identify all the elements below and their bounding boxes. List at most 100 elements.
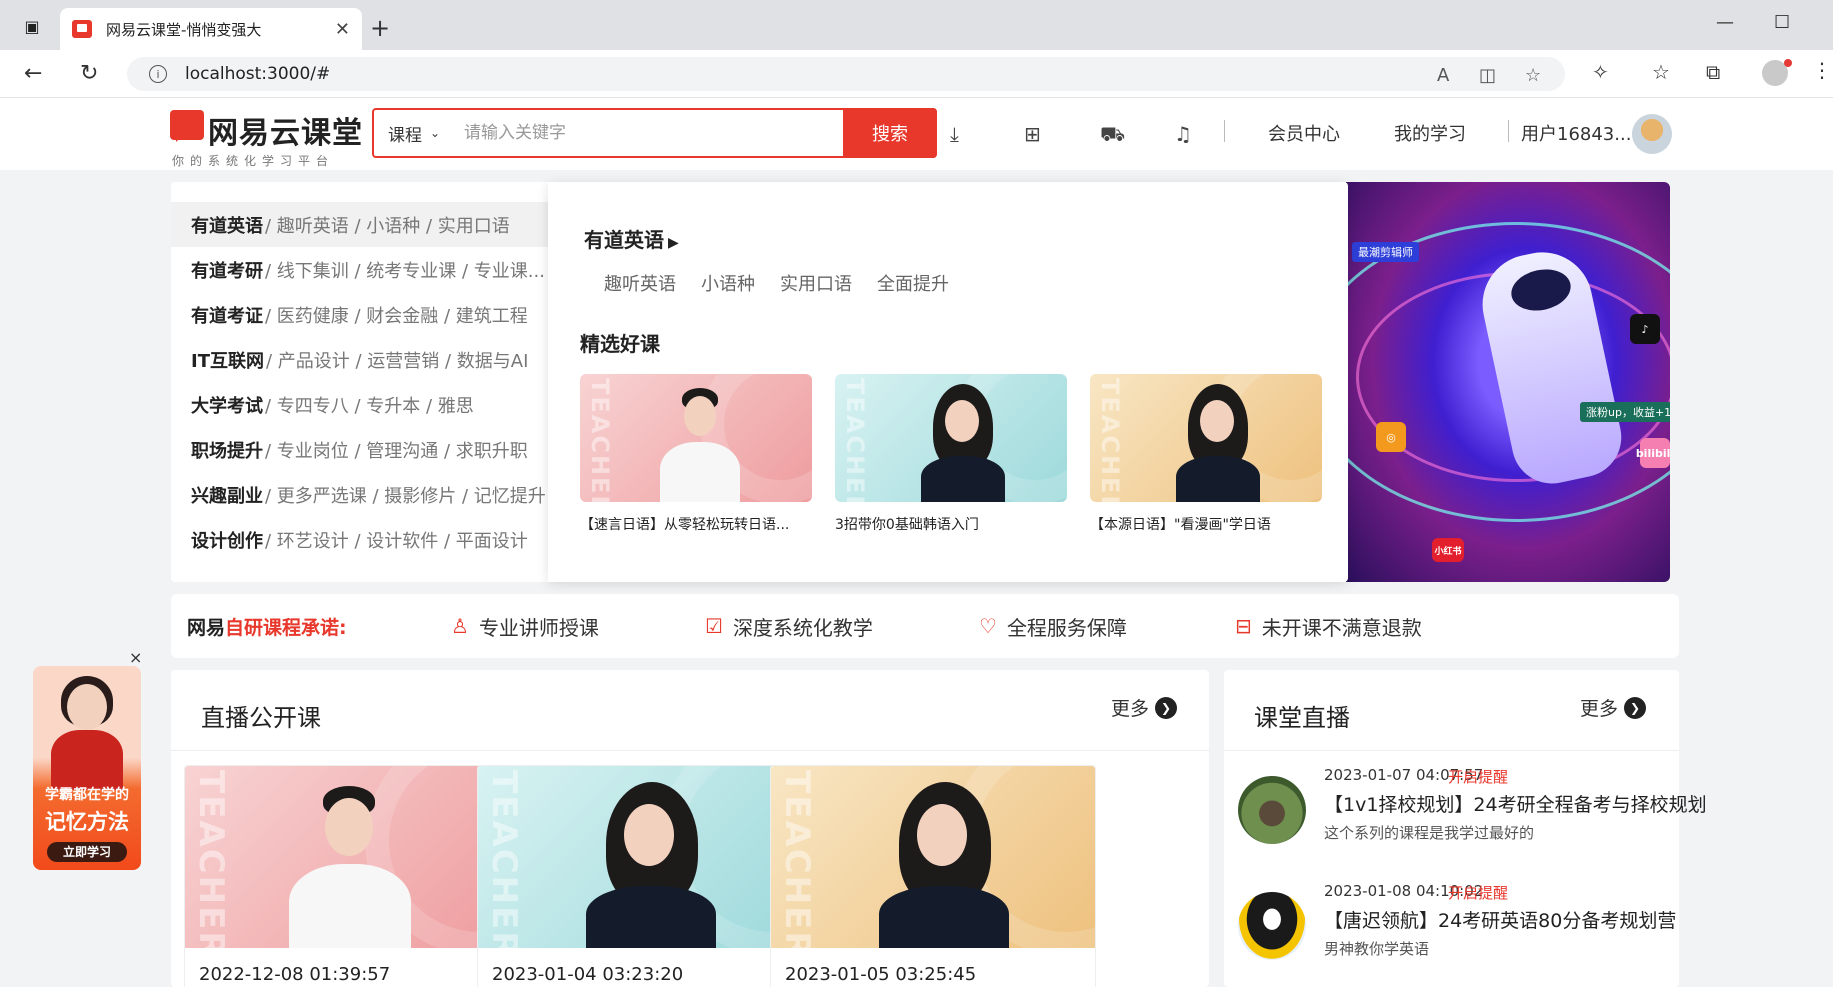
banner-chip: 最潮剪辑师 bbox=[1352, 242, 1419, 262]
live-card[interactable]: TEACHER 2023-01-05 03:25:45 bbox=[770, 765, 1096, 987]
course-thumbnail: TEACHER bbox=[580, 374, 812, 502]
search-category-select[interactable]: 课程 ⌄ bbox=[374, 121, 454, 146]
teacher-body bbox=[660, 442, 740, 502]
thumb-watermark: TEACHER bbox=[191, 770, 231, 948]
search-button[interactable]: 搜索 bbox=[843, 108, 937, 158]
tab-close-icon[interactable]: ✕ bbox=[335, 19, 350, 40]
category-item[interactable]: 职场提升 / 专业岗位 / 管理沟通 / 求职升职 bbox=[171, 427, 549, 472]
category-main-label: 大学考试 bbox=[191, 395, 263, 417]
gift-icon[interactable]: ⊞ bbox=[1024, 122, 1041, 146]
course-thumbnail: TEACHER bbox=[1090, 374, 1322, 502]
ad-learn-button[interactable]: 立即学习 bbox=[47, 842, 127, 862]
vip-center-link[interactable]: 会员中心 bbox=[1268, 120, 1340, 146]
collections-icon[interactable]: ⧉ bbox=[1706, 60, 1720, 84]
remind-button[interactable]: 开启提醒 bbox=[1448, 882, 1508, 903]
browser-tab-bar: ▣ 网易云课堂-悄悄变强大 ✕ + — ☐ bbox=[0, 0, 1833, 50]
extensions-icon[interactable]: ✧ bbox=[1592, 60, 1609, 84]
ad-person-face bbox=[67, 684, 107, 730]
dropdown-title[interactable]: 有道英语 ▶ bbox=[584, 224, 679, 253]
promo-banner[interactable]: 最潮剪辑师 涨粉up，收益+10W ♪ ◎ bilibili 小红书 bbox=[1346, 182, 1670, 582]
live-time: 2023-01-04 03:23:20 bbox=[492, 964, 684, 985]
heart-icon: ♡ bbox=[979, 614, 997, 638]
section-divider bbox=[1224, 750, 1679, 751]
site-info-icon[interactable]: i bbox=[149, 65, 167, 83]
favorite-add-icon[interactable]: ☆ bbox=[1525, 65, 1541, 86]
ad-line2: 记忆方法 bbox=[45, 810, 129, 834]
teacher-face bbox=[945, 400, 979, 442]
live-card[interactable]: TEACHER 2022-12-08 01:39:57 bbox=[184, 765, 510, 987]
tab-title: 网易云课堂-悄悄变强大 bbox=[106, 20, 262, 39]
more-link[interactable]: 更多 ❯ bbox=[1580, 694, 1647, 721]
more-link[interactable]: 更多 ❯ bbox=[1111, 694, 1178, 721]
subcategory-link[interactable]: 实用口语 bbox=[780, 270, 852, 296]
commitment-label: 专业讲师授课 bbox=[478, 615, 599, 640]
course-card[interactable]: TEACHER 【本源日语】"看漫画"学日语 bbox=[1090, 374, 1322, 534]
lecturer-avatar bbox=[1238, 776, 1306, 844]
category-main-label: 兴趣副业 bbox=[191, 485, 263, 507]
logo-title: 网易云课堂 bbox=[208, 116, 363, 151]
subcategory-link[interactable]: 全面提升 bbox=[877, 270, 949, 296]
notification-dot bbox=[1784, 59, 1792, 67]
new-tab-icon[interactable]: + bbox=[370, 14, 390, 42]
live-card[interactable]: TEACHER 2023-01-04 03:23:20 bbox=[477, 765, 803, 987]
url-field[interactable]: i localhost:3000/# A ◫ ☆ bbox=[127, 57, 1565, 91]
cart-icon[interactable]: ⛟ bbox=[1100, 122, 1125, 149]
subcategory-link[interactable]: 小语种 bbox=[701, 270, 755, 296]
header-divider bbox=[1224, 120, 1225, 142]
live-schedule-item[interactable]: 2023-01-08 04:10:02 开启提醒 【唐迟领航】24考研英语80分… bbox=[1238, 882, 1676, 982]
teacher-face bbox=[325, 798, 373, 856]
teacher-body bbox=[921, 456, 1005, 502]
split-screen-icon[interactable]: ◫ bbox=[1479, 65, 1496, 86]
course-card[interactable]: TEACHER 3招带你0基础韩语入门 bbox=[835, 374, 1067, 534]
download-icon[interactable]: ⤓ bbox=[950, 122, 959, 146]
refresh-icon[interactable]: ↻ bbox=[80, 61, 98, 86]
subcategory-link[interactable]: 趣听英语 bbox=[604, 270, 676, 296]
thumb-watermark: TEACHER bbox=[841, 378, 869, 502]
thumb-watermark: TEACHER bbox=[586, 378, 614, 502]
minimize-icon[interactable]: — bbox=[1716, 12, 1734, 33]
floating-ad[interactable]: 学霸都在学的 记忆方法 立即学习 bbox=[33, 666, 141, 870]
float-ad-close-icon[interactable]: × bbox=[129, 648, 142, 667]
live-time: 2023-01-05 03:25:45 bbox=[785, 964, 977, 985]
category-item[interactable]: 大学考试 / 专四专八 / 专升本 / 雅思 bbox=[171, 382, 549, 427]
teacher-photo bbox=[1170, 382, 1270, 502]
live-thumbnail: TEACHER bbox=[185, 766, 509, 948]
logo-subtitle: 你的系统化学习平台 bbox=[172, 154, 335, 168]
browser-tab[interactable]: 网易云课堂-悄悄变强大 ✕ bbox=[60, 8, 362, 50]
category-sub-labels: / 专业岗位 / 管理沟通 / 求职升职 bbox=[265, 440, 528, 462]
xiaohongshu-icon: 小红书 bbox=[1432, 538, 1464, 562]
checklist-icon: ☑ bbox=[705, 614, 723, 638]
bilibili-icon: bilibili bbox=[1636, 438, 1670, 468]
category-item[interactable]: 设计创作 / 环艺设计 / 设计软件 / 平面设计 bbox=[171, 517, 549, 562]
category-item[interactable]: 有道考研 / 线下集训 / 统考专业课 / 专业课... bbox=[171, 247, 549, 292]
category-dropdown-panel: 有道英语 ▶ 趣听英语 小语种 实用口语 全面提升 精选好课 TEACHER 【速… bbox=[548, 182, 1348, 582]
username-link[interactable]: 用户16843... bbox=[1521, 120, 1631, 146]
category-item[interactable]: 有道英语 / 趣听英语 / 小语种 / 实用口语 bbox=[171, 202, 549, 247]
user-avatar[interactable] bbox=[1632, 114, 1672, 154]
favorites-icon[interactable]: ☆ bbox=[1652, 60, 1670, 84]
site-header: 网易云课堂 你的系统化学习平台 课程 ⌄ 搜索 ⤓ ⊞ ⛟ ♫ 会员中心 我的学… bbox=[0, 98, 1833, 170]
course-card[interactable]: TEACHER 【速言日语】从零轻松玩转日语... bbox=[580, 374, 812, 534]
my-learning-link[interactable]: 我的学习 bbox=[1394, 120, 1466, 146]
section-title: 课堂直播 bbox=[1254, 704, 1350, 732]
search-category-label: 课程 bbox=[388, 125, 422, 146]
read-aloud-icon[interactable]: A bbox=[1437, 65, 1449, 86]
header-divider bbox=[1508, 120, 1509, 142]
dropdown-subcategories: 趣听英语 小语种 实用口语 全面提升 bbox=[604, 270, 949, 296]
more-menu-icon[interactable]: ⋮ bbox=[1812, 58, 1832, 82]
commitment-item: ♙ 专业讲师授课 bbox=[451, 612, 599, 641]
remind-button[interactable]: 开启提醒 bbox=[1448, 766, 1508, 787]
teacher-photo bbox=[650, 382, 750, 502]
search-input[interactable] bbox=[454, 123, 843, 143]
maximize-icon[interactable]: ☐ bbox=[1774, 12, 1790, 33]
back-icon[interactable]: ← bbox=[24, 61, 42, 86]
category-item[interactable]: 有道考证 / 医药健康 / 财会金融 / 建筑工程 bbox=[171, 292, 549, 337]
tab-actions-icon[interactable]: ▣ bbox=[18, 12, 46, 40]
category-item[interactable]: IT互联网 / 产品设计 / 运营营销 / 数据与AI bbox=[171, 337, 549, 382]
dropdown-title-text: 有道英语 bbox=[584, 228, 664, 252]
category-item[interactable]: 兴趣副业 / 更多严选课 / 摄影修片 / 记忆提升 bbox=[171, 472, 549, 517]
live-schedule-item[interactable]: 2023-01-07 04:07:57 开启提醒 【1v1择校规划】24考研全程… bbox=[1238, 766, 1707, 866]
bell-icon[interactable]: ♫ bbox=[1174, 122, 1192, 146]
thumb-watermark: TEACHER bbox=[484, 770, 524, 948]
section-title: 直播公开课 bbox=[201, 704, 321, 732]
